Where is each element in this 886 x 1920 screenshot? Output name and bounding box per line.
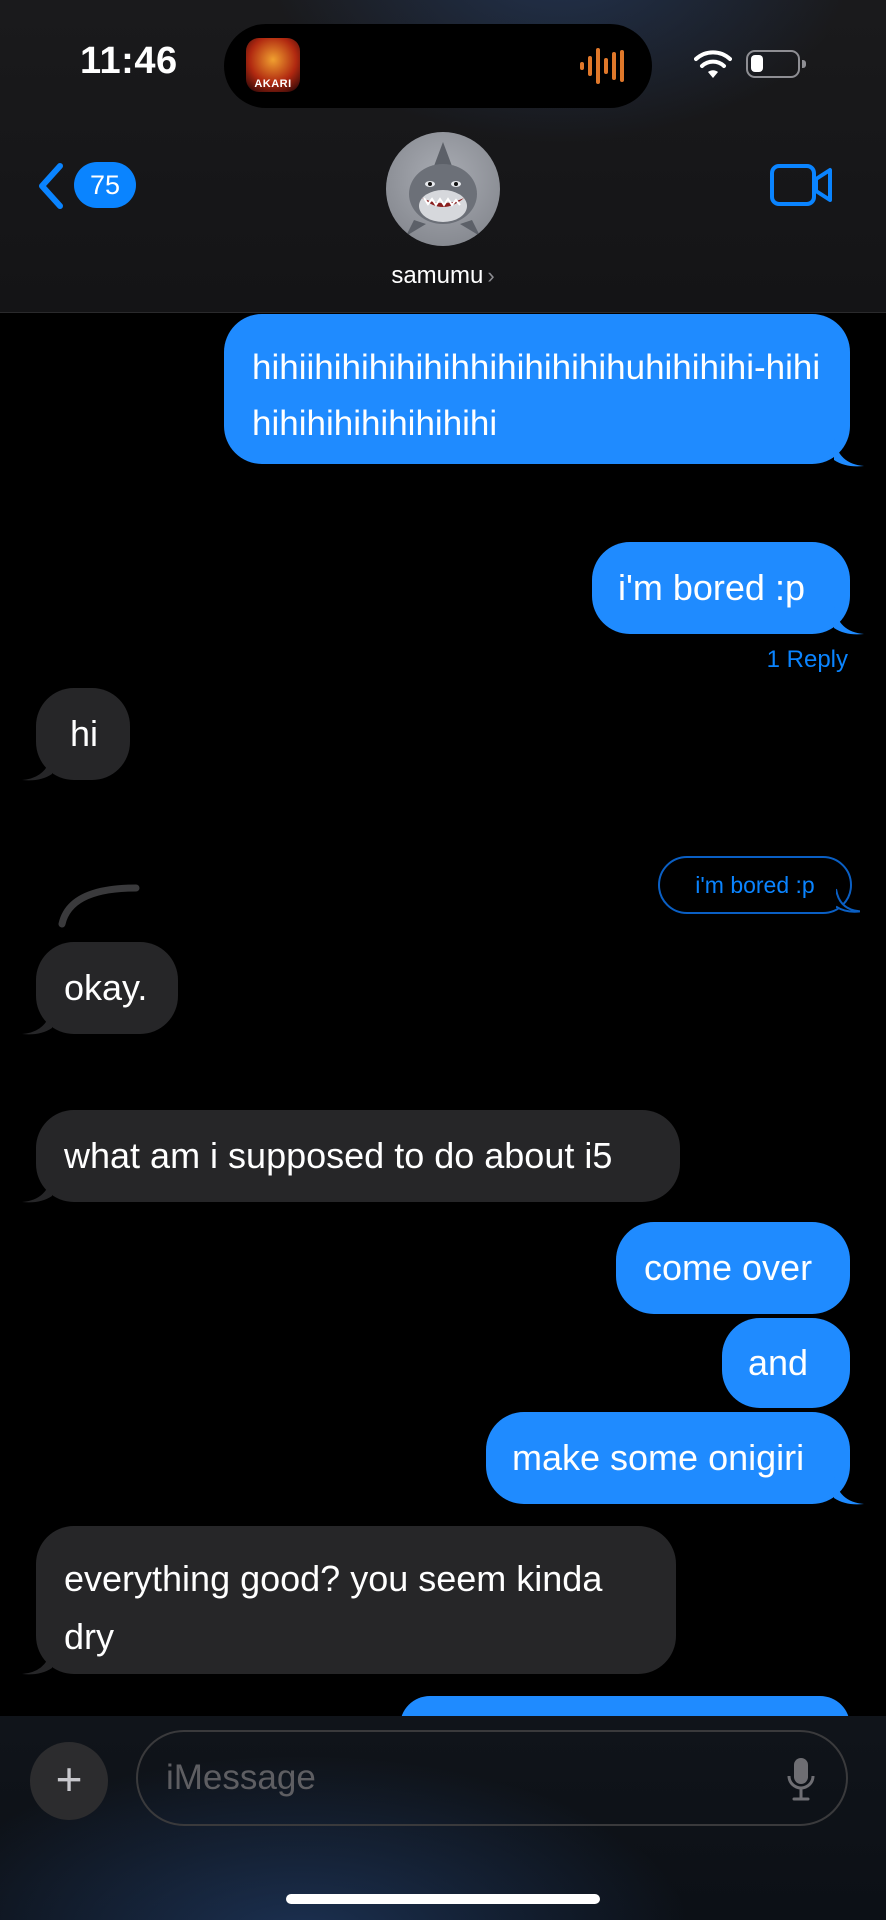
thread-reply-count[interactable]: 1 Reply	[767, 646, 848, 674]
sent-message-bubble[interactable]: hihiihihihihihihhihihihihihuhihihihi-hih…	[224, 314, 850, 464]
message-text: i'm bored :p	[618, 567, 805, 608]
message-input[interactable]	[136, 1730, 848, 1826]
bubble-tail	[22, 752, 52, 781]
status-time: 11:46	[80, 40, 178, 82]
microphone-icon[interactable]	[786, 1756, 816, 1802]
reply-thread-connector	[58, 884, 140, 928]
bubble-tail	[836, 888, 860, 913]
contact-name-label: samumu	[391, 262, 484, 289]
reply-quoted-message[interactable]: i'm bored :p	[658, 856, 852, 914]
bubble-tail	[834, 438, 864, 467]
chevron-left-icon[interactable]	[34, 162, 68, 210]
audio-wave-icon	[580, 48, 624, 84]
video-camera-icon[interactable]	[770, 164, 832, 206]
shark-avatar	[406, 142, 480, 236]
bubble-tail	[22, 1646, 52, 1675]
message-text: hihiihihihihihihhihihihihihuhihihihi-hih…	[252, 348, 821, 443]
contact-avatar[interactable]	[386, 132, 500, 246]
chevron-right-icon: ›	[487, 263, 495, 288]
battery-icon	[746, 50, 806, 78]
received-message-bubble[interactable]: okay.	[36, 942, 178, 1034]
live-activity-app-label: AKARI	[254, 78, 292, 90]
message-text: hi	[70, 713, 99, 754]
unread-count-badge[interactable]: 75	[74, 162, 136, 208]
message-text: come over	[644, 1247, 813, 1288]
conversation-header: 11:46 AKARI 75 samumu ›	[0, 0, 886, 313]
wifi-icon	[694, 50, 732, 78]
message-text: what am i supposed to do about i5	[64, 1135, 613, 1176]
received-message-bubble[interactable]: what am i supposed to do about i5	[36, 1110, 680, 1202]
sent-message-bubble[interactable]: and	[722, 1318, 850, 1408]
contact-name[interactable]: samumu ›	[0, 262, 886, 290]
live-activity-app-icon: AKARI	[246, 38, 300, 92]
home-indicator[interactable]	[286, 1894, 600, 1904]
bubble-tail	[834, 1476, 864, 1505]
sent-message-bubble[interactable]: i'm bored :p	[592, 542, 850, 634]
message-text: everything good? you seem kinda dry	[64, 1558, 603, 1657]
message-text: make some onigiri	[512, 1437, 805, 1478]
plus-icon[interactable]: +	[30, 1742, 108, 1820]
bubble-tail	[834, 606, 864, 635]
dynamic-island[interactable]: AKARI	[224, 24, 652, 108]
received-message-bubble[interactable]: everything good? you seem kinda dry	[36, 1526, 676, 1674]
compose-bar: +	[0, 1716, 886, 1920]
sent-message-bubble[interactable]: come over	[616, 1222, 850, 1314]
bubble-tail	[22, 1174, 52, 1203]
bubble-tail	[22, 1006, 52, 1035]
message-text: okay.	[64, 967, 148, 1008]
sent-message-bubble[interactable]: make some onigiri	[486, 1412, 850, 1504]
message-text: and	[748, 1342, 809, 1383]
